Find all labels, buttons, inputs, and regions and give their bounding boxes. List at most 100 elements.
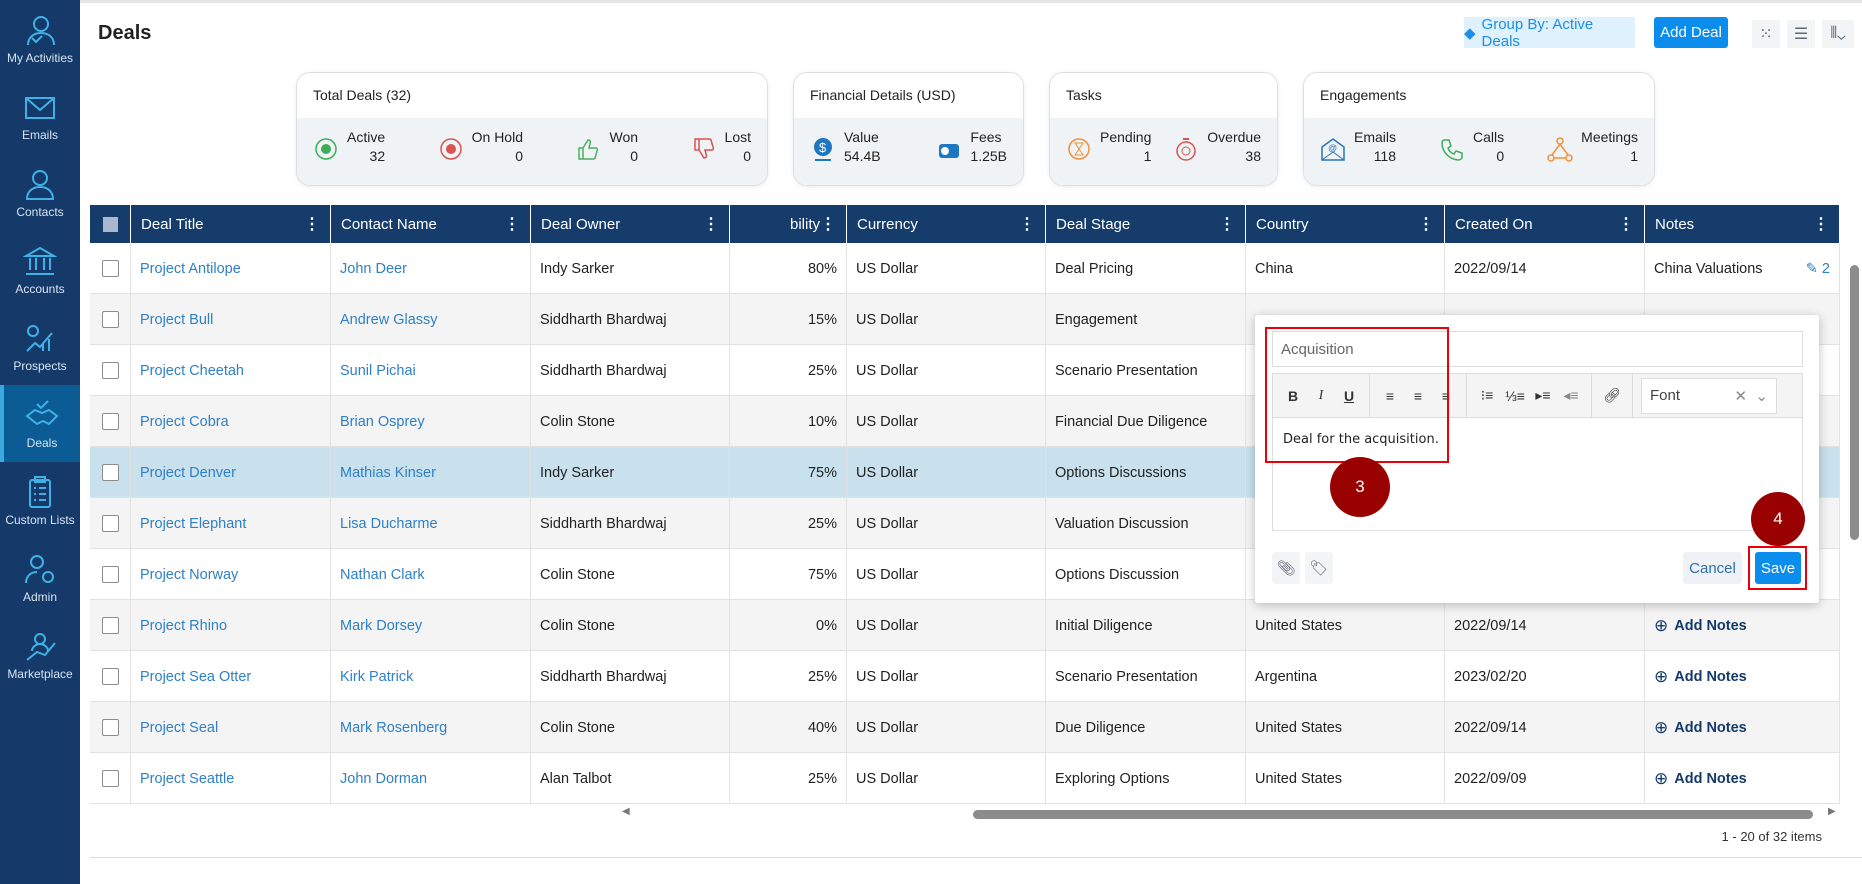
table-row[interactable]: Project Seal Mark Rosenberg Colin Stone …	[90, 702, 1840, 753]
contact-name-link[interactable]: Lisa Ducharme	[340, 516, 438, 532]
contact-name-link[interactable]: Andrew Glassy	[340, 312, 438, 328]
table-row[interactable]: Project Seattle John Dorman Alan Talbot …	[90, 753, 1840, 804]
deal-title-link[interactable]: Project Bull	[140, 312, 213, 328]
clear-icon[interactable]: ✕	[1735, 388, 1748, 405]
cancel-button[interactable]: Cancel	[1683, 552, 1742, 584]
sidebar-item-contacts[interactable]: Contacts	[0, 154, 80, 231]
sidebar-item-admin[interactable]: Admin	[0, 539, 80, 616]
row-checkbox[interactable]	[101, 566, 119, 583]
deal-title-link[interactable]: Project Denver	[140, 465, 236, 481]
contact-name-link[interactable]: Mark Dorsey	[340, 618, 422, 634]
group-by-button[interactable]: ◆ Group By: Active Deals	[1464, 16, 1635, 50]
row-checkbox[interactable]	[101, 617, 119, 634]
table-row[interactable]: Project Antilope John Deer Indy Sarker 8…	[90, 243, 1840, 294]
row-checkbox[interactable]	[101, 515, 119, 532]
deal-title-link[interactable]: Project Rhino	[140, 618, 227, 634]
deal-title-link[interactable]: Project Antilope	[140, 261, 241, 277]
link-icon[interactable]: 🔗︎	[1600, 384, 1624, 408]
sidebar-item-deals[interactable]: Deals	[0, 385, 80, 462]
row-checkbox[interactable]	[101, 362, 119, 379]
sidebar-item-accounts[interactable]: Accounts	[0, 231, 80, 308]
column-chooser-icon[interactable]: ⫴⌄	[1822, 20, 1854, 48]
contact-name-link[interactable]: Kirk Patrick	[340, 669, 413, 685]
deal-title-link[interactable]: Project Seattle	[140, 771, 234, 787]
add-notes-link[interactable]: ⊕ Add Notes	[1654, 616, 1747, 636]
contact-name-link[interactable]: John Dorman	[340, 771, 427, 787]
column-header[interactable]: Notes ⋮	[1645, 205, 1840, 243]
sidebar-item-marketplace[interactable]: Marketplace	[0, 616, 80, 693]
stat-fees[interactable]: Fees 1.25B	[936, 128, 1007, 177]
numbered-list-icon[interactable]: ⅓≡	[1503, 384, 1527, 408]
deal-title-link[interactable]: Project Elephant	[140, 516, 246, 532]
stat-emails[interactable]: @ Emails 118	[1320, 128, 1396, 177]
stat-lost[interactable]: Lost 0	[691, 128, 751, 177]
add-notes-link[interactable]: ⊕ Add Notes	[1654, 769, 1747, 789]
column-menu-icon[interactable]: ⋮	[820, 214, 836, 234]
indent-icon[interactable]: ▸≡	[1531, 384, 1555, 408]
font-select[interactable]: Font ✕ ⌄	[1641, 377, 1777, 414]
tag-icon[interactable]: 🏷︎	[1305, 552, 1333, 584]
column-menu-icon[interactable]: ⋮	[1618, 214, 1634, 234]
contact-name-link[interactable]: Brian Osprey	[340, 414, 425, 430]
contact-name-link[interactable]: Nathan Clark	[340, 567, 425, 583]
column-menu-icon[interactable]: ⋮	[1813, 214, 1829, 234]
deal-title-link[interactable]: Project Norway	[140, 567, 238, 583]
grid-view-icon[interactable]: ⁙	[1752, 20, 1780, 48]
chevron-down-icon[interactable]: ⌄	[1755, 388, 1768, 405]
column-menu-icon[interactable]: ⋮	[304, 214, 320, 234]
row-checkbox[interactable]	[101, 668, 119, 685]
deal-title-link[interactable]: Project Sea Otter	[140, 669, 251, 685]
row-checkbox[interactable]	[101, 260, 119, 277]
stat-active[interactable]: Active 32	[313, 128, 385, 177]
column-menu-icon[interactable]: ⋮	[1219, 214, 1235, 234]
table-row[interactable]: Project Rhino Mark Dorsey Colin Stone 0%…	[90, 600, 1840, 651]
sidebar-item-custom-lists[interactable]: Custom Lists	[0, 462, 80, 539]
column-header[interactable]: Deal Stage ⋮	[1046, 205, 1246, 243]
column-header[interactable]: Deal Title ⋮	[131, 205, 331, 243]
stat-calls[interactable]: Calls 0	[1439, 128, 1504, 177]
contact-name-link[interactable]: Mark Rosenberg	[340, 720, 447, 736]
row-checkbox[interactable]	[101, 311, 119, 328]
row-checkbox[interactable]	[101, 719, 119, 736]
add-deal-button[interactable]: Add Deal	[1654, 17, 1728, 48]
deal-title-link[interactable]: Project Seal	[140, 720, 218, 736]
contact-name-link[interactable]: John Deer	[340, 261, 407, 277]
attachment-icon[interactable]: 📎︎	[1272, 552, 1300, 584]
add-notes-link[interactable]: ⊕ Add Notes	[1654, 718, 1747, 738]
vertical-scrollbar-thumb[interactable]	[1850, 265, 1859, 540]
add-notes-link[interactable]: ⊕ Add Notes	[1654, 667, 1747, 687]
column-header[interactable]: Country ⋮	[1246, 205, 1445, 243]
column-header[interactable]: Deal Owner ⋮	[531, 205, 730, 243]
bullet-list-icon[interactable]: ⁝≡	[1475, 384, 1499, 408]
stat-overdue[interactable]: Overdue 38	[1173, 128, 1261, 177]
contact-name-link[interactable]: Sunil Pichai	[340, 363, 416, 379]
row-checkbox[interactable]	[101, 413, 119, 430]
list-view-icon[interactable]: ☰	[1787, 20, 1815, 48]
column-menu-icon[interactable]: ⋮	[1418, 214, 1434, 234]
row-checkbox[interactable]	[101, 464, 119, 481]
stat-won[interactable]: Won 0	[575, 128, 638, 177]
contact-name-link[interactable]: Mathias Kinser	[340, 465, 436, 481]
stat-pending[interactable]: Pending 1	[1066, 128, 1151, 177]
column-header[interactable]: Currency ⋮	[847, 205, 1046, 243]
stat-meetings[interactable]: Meetings 1	[1547, 128, 1638, 177]
stat-on-hold[interactable]: On Hold 0	[438, 128, 523, 177]
horizontal-scrollbar[interactable]: ◀ ▶	[90, 804, 1840, 824]
deal-title-link[interactable]: Project Cheetah	[140, 363, 244, 379]
sidebar-item-emails[interactable]: Emails	[0, 77, 80, 154]
stat-value[interactable]: $ Value 54.4B	[810, 128, 881, 177]
row-checkbox[interactable]	[101, 770, 119, 787]
sidebar-item-my-activities[interactable]: My Activities	[0, 0, 80, 77]
deal-title-link[interactable]: Project Cobra	[140, 414, 229, 430]
column-menu-icon[interactable]: ⋮	[1019, 214, 1035, 234]
column-menu-icon[interactable]: ⋮	[703, 214, 719, 234]
notes-count-link[interactable]: ✎ 2	[1806, 261, 1830, 277]
column-header[interactable]: Created On ⋮	[1445, 205, 1645, 243]
column-header[interactable]: bility ⋮	[730, 205, 847, 243]
column-header[interactable]: Contact Name ⋮	[331, 205, 531, 243]
table-row[interactable]: Project Sea Otter Kirk Patrick Siddharth…	[90, 651, 1840, 702]
sidebar-item-prospects[interactable]: Prospects	[0, 308, 80, 385]
outdent-icon[interactable]: ◂≡	[1559, 384, 1583, 408]
column-menu-icon[interactable]: ⋮	[504, 214, 520, 234]
select-all-checkbox[interactable]	[90, 205, 131, 243]
